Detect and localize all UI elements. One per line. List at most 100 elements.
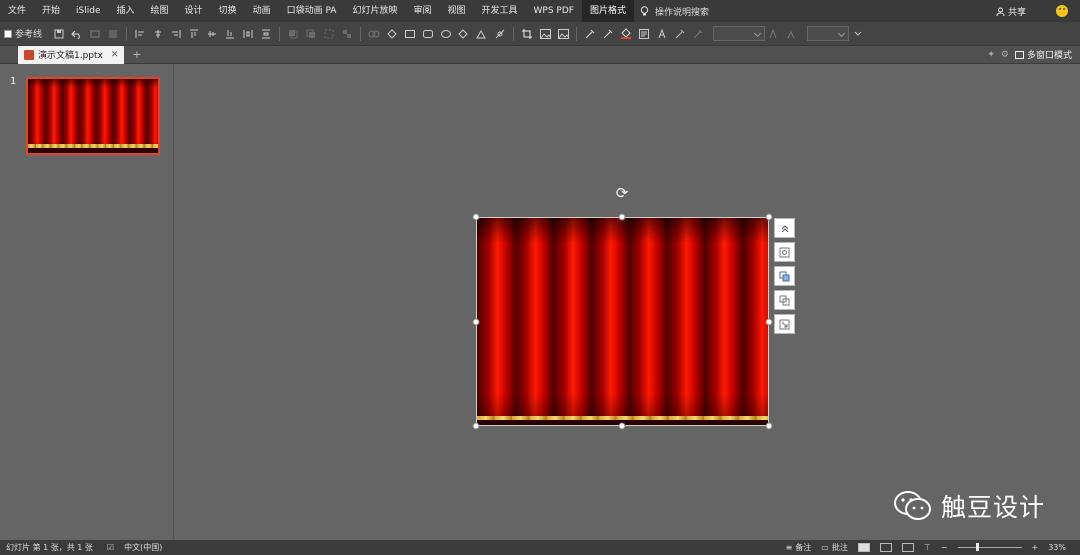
tell-me-search[interactable]: 操作说明搜索 bbox=[634, 0, 715, 22]
settings-gear-icon[interactable]: ⚙ bbox=[1001, 50, 1009, 60]
triangle-shapes-icon[interactable] bbox=[473, 25, 491, 43]
menu-developer[interactable]: 开发工具 bbox=[474, 0, 526, 22]
rotate-handle-icon[interactable]: ⟳ bbox=[614, 185, 630, 201]
spellcheck-icon[interactable]: ☑ bbox=[107, 543, 114, 552]
pen-icon[interactable] bbox=[671, 25, 689, 43]
eyedropper-icon[interactable] bbox=[581, 25, 599, 43]
watermark-text: 触豆设计 bbox=[941, 493, 1046, 522]
align-left-icon[interactable] bbox=[131, 25, 149, 43]
menu-home[interactable]: 开始 bbox=[34, 0, 68, 22]
ungroup-icon[interactable] bbox=[338, 25, 356, 43]
person-icon bbox=[996, 7, 1005, 16]
resize-handle-top[interactable] bbox=[618, 213, 626, 221]
bring-to-front-icon[interactable] bbox=[774, 218, 795, 238]
menu-slideshow[interactable]: 幻灯片放映 bbox=[344, 0, 405, 22]
bring-forward-icon[interactable] bbox=[284, 25, 302, 43]
shape-union-icon[interactable] bbox=[365, 25, 383, 43]
resize-handle-top-left[interactable] bbox=[472, 213, 480, 221]
picture-icon[interactable] bbox=[554, 25, 572, 43]
menu-draw[interactable]: 绘图 bbox=[143, 0, 177, 22]
slideshow-view-icon[interactable]: ⊤ bbox=[924, 543, 931, 552]
rounded-rectangle-icon[interactable] bbox=[419, 25, 437, 43]
eyedropper-outline-icon[interactable] bbox=[599, 25, 617, 43]
zoom-out-icon[interactable]: − bbox=[941, 543, 948, 552]
tab-document[interactable]: 演示文稿1.pptx ✕ bbox=[18, 45, 125, 64]
zoom-level[interactable]: 33% bbox=[1048, 543, 1066, 552]
align-bottom-icon[interactable] bbox=[221, 25, 239, 43]
menu-file[interactable]: 文件 bbox=[0, 0, 34, 22]
align-right-icon[interactable] bbox=[167, 25, 185, 43]
fill-color-icon[interactable] bbox=[617, 25, 635, 43]
curtain-picture[interactable] bbox=[476, 217, 769, 426]
send-backward-icon[interactable] bbox=[302, 25, 320, 43]
menu-animations[interactable]: 动画 bbox=[245, 0, 279, 22]
comments-label: 批注 bbox=[831, 543, 848, 552]
slide-sorter-view-icon[interactable] bbox=[879, 543, 892, 552]
distribute-horizontal-icon[interactable] bbox=[239, 25, 257, 43]
menu-transitions[interactable]: 切换 bbox=[211, 0, 245, 22]
reading-view-icon[interactable] bbox=[901, 543, 914, 552]
zoom-in-icon[interactable]: + bbox=[1032, 543, 1039, 552]
align-top-icon[interactable] bbox=[185, 25, 203, 43]
normal-view-icon[interactable] bbox=[857, 543, 870, 552]
pen-disabled-icon[interactable] bbox=[689, 25, 707, 43]
save-icon[interactable] bbox=[50, 25, 68, 43]
menu-picture-format[interactable]: 图片格式 bbox=[581, 0, 634, 22]
menu-islide[interactable]: iSlide bbox=[68, 0, 108, 22]
resize-handle-top-right[interactable] bbox=[765, 213, 773, 221]
picture-format-toolbar: 参考线 bbox=[0, 22, 1080, 46]
share-button[interactable]: 共享 bbox=[986, 5, 1036, 18]
language-text[interactable]: 中文(中国) bbox=[124, 542, 162, 553]
align-center-icon[interactable] bbox=[149, 25, 167, 43]
resize-handle-bottom-right[interactable] bbox=[765, 422, 773, 430]
menu-insert[interactable]: 插入 bbox=[109, 0, 143, 22]
font-combo[interactable] bbox=[713, 26, 766, 41]
feedback-smiley-icon[interactable] bbox=[1056, 5, 1068, 17]
change-picture-icon[interactable] bbox=[536, 25, 554, 43]
new-tab-icon[interactable]: + bbox=[132, 48, 141, 61]
close-icon[interactable]: ✕ bbox=[111, 50, 119, 60]
addin-icon[interactable]: ✦ bbox=[987, 50, 995, 60]
rectangle-icon[interactable] bbox=[401, 25, 419, 43]
edit-points-icon[interactable] bbox=[491, 25, 509, 43]
crop-image-icon[interactable] bbox=[774, 242, 795, 262]
share-label: 共享 bbox=[1007, 7, 1026, 18]
crop-icon[interactable] bbox=[518, 25, 536, 43]
increase-font-icon[interactable] bbox=[765, 25, 783, 43]
redo-icon[interactable] bbox=[86, 25, 104, 43]
group-icon[interactable] bbox=[320, 25, 338, 43]
font-size-combo[interactable] bbox=[807, 26, 850, 41]
zoom-slider[interactable] bbox=[957, 543, 1022, 551]
shapes-dropdown-icon[interactable] bbox=[455, 25, 473, 43]
undo-icon[interactable] bbox=[68, 25, 86, 43]
picture-layout-icon[interactable] bbox=[774, 290, 795, 310]
multi-window-button[interactable]: 多窗口模式 bbox=[1014, 48, 1072, 61]
text-box-icon[interactable] bbox=[635, 25, 653, 43]
guides-checkbox[interactable]: 参考线 bbox=[4, 27, 42, 40]
floating-quick-tools bbox=[774, 218, 795, 334]
menu-design[interactable]: 设计 bbox=[177, 0, 211, 22]
slide-thumbnail[interactable] bbox=[26, 77, 160, 155]
menu-review[interactable]: 审阅 bbox=[405, 0, 439, 22]
pptx-file-icon bbox=[24, 49, 34, 60]
menu-view[interactable]: 视图 bbox=[439, 0, 473, 22]
resize-handle-bottom[interactable] bbox=[618, 422, 626, 430]
clear-icon[interactable] bbox=[104, 25, 122, 43]
distribute-vertical-icon[interactable] bbox=[257, 25, 275, 43]
resize-picture-icon[interactable] bbox=[774, 314, 795, 334]
align-middle-icon[interactable] bbox=[203, 25, 221, 43]
resize-handle-right[interactable] bbox=[765, 318, 773, 326]
toolbar-overflow-icon[interactable] bbox=[849, 25, 867, 43]
merge-shapes-icon[interactable] bbox=[383, 25, 401, 43]
layer-order-icon[interactable] bbox=[774, 266, 795, 286]
menu-wps-pdf[interactable]: WPS PDF bbox=[526, 0, 582, 22]
oval-icon[interactable] bbox=[437, 25, 455, 43]
zoom-slider-knob[interactable] bbox=[975, 543, 979, 551]
decrease-font-icon[interactable] bbox=[783, 25, 801, 43]
menu-pocket-animation[interactable]: 口袋动画 PA bbox=[279, 0, 345, 22]
comments-button[interactable]: ▭ 批注 bbox=[821, 542, 848, 553]
resize-handle-left[interactable] bbox=[472, 318, 480, 326]
font-color-icon[interactable] bbox=[653, 25, 671, 43]
notes-button[interactable]: ≡ 备注 bbox=[786, 542, 812, 553]
resize-handle-bottom-left[interactable] bbox=[472, 422, 480, 430]
